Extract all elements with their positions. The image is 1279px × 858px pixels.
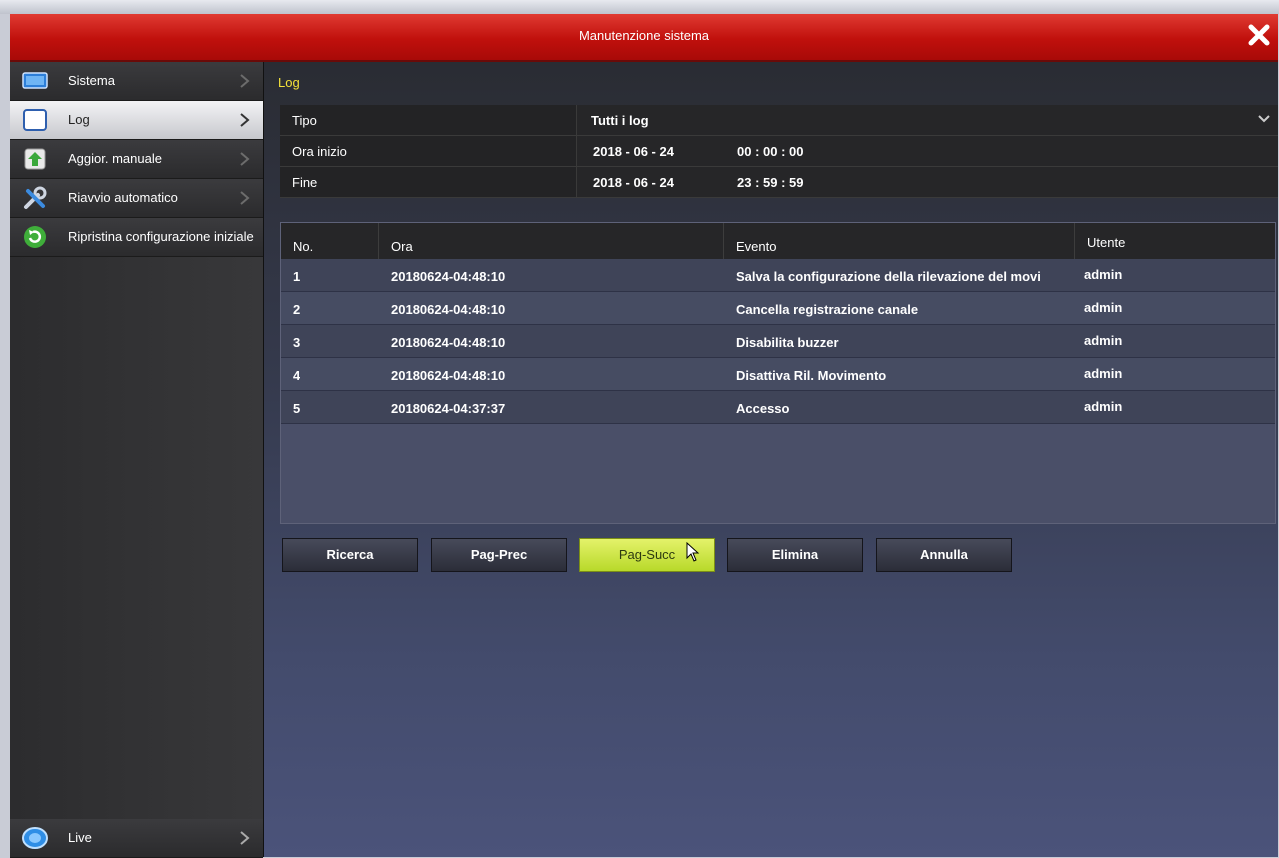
- end-datetime-field[interactable]: 2018 - 06 - 24 23 : 59 : 59: [576, 167, 1278, 197]
- table-row[interactable]: 1 20180624-04:48:10 Salva la configurazi…: [281, 259, 1275, 292]
- end-time[interactable]: 23 : 59 : 59: [737, 175, 804, 190]
- start-time[interactable]: 00 : 00 : 00: [737, 144, 804, 159]
- filter-start-label: Ora inizio: [292, 144, 347, 159]
- sidebar-item-label: Sistema: [68, 73, 115, 88]
- sidebar-item-sistema[interactable]: Sistema: [10, 62, 263, 101]
- log-table: No. Ora Evento Utente 1 20180624-04:48:1…: [280, 222, 1276, 524]
- sidebar: Sistema Log Aggior. manuale Riavvio auto…: [10, 62, 264, 858]
- sidebar-item-label: Log: [68, 112, 90, 127]
- title-bar: Manutenzione sistema: [10, 14, 1278, 62]
- chevron-right-icon: [240, 74, 250, 88]
- filter-end-label: Fine: [292, 175, 318, 190]
- column-header-evento: Evento: [724, 223, 1075, 259]
- chevron-right-icon: [240, 831, 250, 845]
- filter-type-label: Tipo: [292, 113, 317, 128]
- log-type-select[interactable]: Tutti i log: [576, 105, 1278, 135]
- monitor-icon: [22, 72, 48, 89]
- next-page-button[interactable]: Pag-Succ: [579, 538, 715, 572]
- maintenance-window: Manutenzione sistema Sistema Log Aggior.…: [10, 14, 1278, 858]
- chevron-down-icon: [1258, 115, 1270, 123]
- log-icon: [23, 109, 47, 131]
- chevron-right-icon: [240, 152, 250, 166]
- filter-start-row: Ora inizio 2018 - 06 - 24 00 : 00 : 00: [280, 136, 1278, 167]
- sidebar-item-riavvio[interactable]: Riavvio automatico: [10, 179, 263, 218]
- table-row[interactable]: 4 20180624-04:48:10 Disattiva Ril. Movim…: [281, 358, 1275, 391]
- start-datetime-field[interactable]: 2018 - 06 - 24 00 : 00 : 00: [576, 136, 1278, 166]
- table-row[interactable]: 2 20180624-04:48:10 Cancella registrazio…: [281, 292, 1275, 325]
- filter-end-row: Fine 2018 - 06 - 24 23 : 59 : 59: [280, 167, 1278, 198]
- end-date[interactable]: 2018 - 06 - 24: [593, 175, 674, 190]
- sidebar-item-label: Riavvio automatico: [68, 190, 178, 205]
- sidebar-item-ripristina[interactable]: Ripristina configurazione iniziale: [10, 218, 263, 257]
- chevron-right-icon: [240, 113, 250, 127]
- close-icon: [1248, 24, 1270, 46]
- sidebar-item-aggiornamento[interactable]: Aggior. manuale: [10, 140, 263, 179]
- sidebar-item-label: Live: [68, 830, 92, 845]
- column-header-ora: Ora: [379, 223, 724, 259]
- sidebar-item-live[interactable]: Live: [10, 819, 263, 858]
- column-header-no: No.: [281, 223, 379, 259]
- start-date[interactable]: 2018 - 06 - 24: [593, 144, 674, 159]
- restore-icon: [24, 226, 46, 248]
- tools-icon: [24, 186, 47, 209]
- column-header-utente: Utente: [1087, 235, 1126, 250]
- live-icon: [22, 827, 48, 849]
- close-button[interactable]: [1244, 20, 1274, 50]
- page-title: Log: [278, 75, 300, 90]
- main-panel: Log Tipo Tutti i log Ora inizio 2018 - 0…: [264, 62, 1278, 857]
- window-title: Manutenzione sistema: [578, 28, 710, 43]
- chevron-right-icon: [240, 191, 250, 205]
- table-row[interactable]: 3 20180624-04:48:10 Disabilita buzzer ad…: [281, 325, 1275, 358]
- log-type-value: Tutti i log: [591, 113, 649, 128]
- upgrade-arrow-icon: [24, 148, 46, 170]
- filter-type-row: Tipo Tutti i log: [280, 105, 1278, 136]
- sidebar-item-label: Aggior. manuale: [68, 151, 162, 166]
- screen-top-edge: [0, 0, 1279, 14]
- sidebar-item-log[interactable]: Log: [10, 101, 263, 140]
- delete-button[interactable]: Elimina: [727, 538, 863, 572]
- sidebar-item-label: Ripristina configurazione iniziale: [68, 229, 254, 244]
- table-row[interactable]: 5 20180624-04:37:37 Accesso admin: [281, 391, 1275, 424]
- search-button[interactable]: Ricerca: [282, 538, 418, 572]
- cancel-button[interactable]: Annulla: [876, 538, 1012, 572]
- table-header: No. Ora Evento Utente: [281, 223, 1275, 259]
- previous-page-button[interactable]: Pag-Prec: [431, 538, 567, 572]
